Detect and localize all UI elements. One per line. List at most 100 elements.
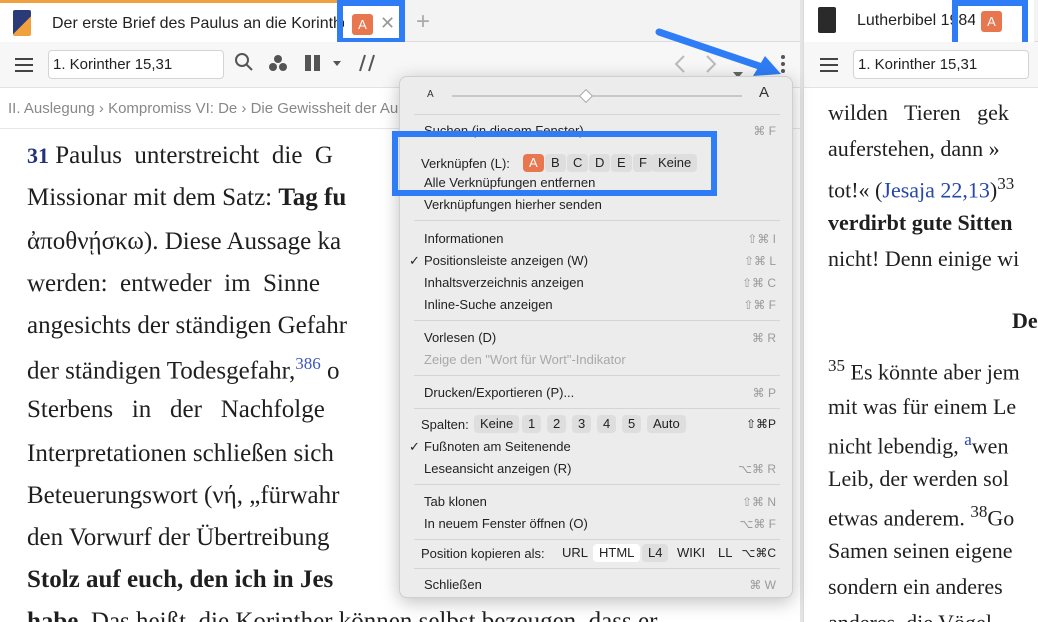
line-text: Interpretationen schließen sich	[27, 440, 334, 467]
separator	[414, 114, 780, 115]
text-line: nicht! Denn einige wi	[828, 246, 1019, 272]
shortcut: ⌥⌘ F	[739, 517, 777, 531]
line-bold: habe	[27, 608, 79, 622]
verse-number: 35	[828, 356, 845, 375]
copy-option-url[interactable]: URL	[556, 544, 594, 562]
menu-item-toc[interactable]: Inhaltsverzeichnis anzeigen	[424, 275, 584, 290]
three-dots-cluster-icon[interactable]	[268, 54, 288, 77]
text-line: wilden Tieren gek	[828, 100, 1009, 126]
line-text: Leib, der werden sol	[828, 466, 1009, 491]
menu-item-position-bar[interactable]: Positionsleiste anzeigen (W)	[424, 253, 588, 268]
text-line: Beteuerungswort (νή, „fürwahr	[27, 482, 339, 510]
columns-option-none[interactable]: Keine	[474, 415, 520, 433]
shortcut: ⌥⌘ R	[738, 462, 776, 476]
font-size-small-label: A	[427, 89, 434, 100]
columns-option-2[interactable]: 2	[547, 415, 567, 433]
columns-label: Spalten:	[421, 417, 469, 432]
copy-option-ll[interactable]: LL	[712, 544, 738, 562]
parallel-icon[interactable]	[359, 53, 377, 78]
text-line: Interpretationen schließen sich	[27, 440, 334, 468]
shortcut: ⌘ W	[749, 578, 776, 592]
search-icon[interactable]	[234, 52, 254, 77]
highlight-box-right-tab	[952, 0, 1028, 48]
separator	[414, 539, 780, 540]
menu-item-inline-search[interactable]: Inline-Suche anzeigen	[424, 297, 553, 312]
line-text: Paulus unterstreicht die G	[49, 142, 333, 169]
hamburger-menu-icon[interactable]	[820, 58, 838, 72]
font-size-slider[interactable]	[452, 88, 742, 104]
line-text: Sterbens in der Nachfolge	[27, 396, 325, 423]
shortcut: ⌘ F	[753, 124, 776, 138]
line-text: ἀποθνῄσκω). Diese Aussage ka	[27, 228, 342, 255]
font-size-large-label: A	[759, 84, 770, 101]
line-bold: verdirbt gute Sitten	[828, 210, 1013, 235]
columns-option-5[interactable]: 5	[622, 415, 642, 433]
menu-item-clone-tab[interactable]: Tab klonen	[424, 494, 487, 509]
text-line: ἀποθνῄσκω). Diese Aussage ka	[27, 228, 341, 256]
line-text: wen	[971, 433, 1009, 459]
cross-reference-link[interactable]: Jesaja 22,13	[882, 177, 990, 202]
line-text: nicht lebendig,	[828, 433, 965, 459]
line-text: auferstehen, dann »	[828, 136, 1000, 161]
text-line: angesichts der ständigen Gefahr	[27, 312, 347, 340]
heading-text: De	[1012, 308, 1038, 333]
line-text: Go	[987, 505, 1015, 531]
menu-item-reader-view[interactable]: Leseansicht anzeigen (R)	[424, 461, 571, 476]
text-line: anderes, die Vögel	[828, 610, 992, 622]
menu-item-new-window[interactable]: In neuem Fenster öffnen (O)	[424, 516, 588, 531]
annotation-arrow	[655, 28, 781, 76]
line-text: werden: entweder im Sinne	[27, 270, 320, 297]
shortcut: ⇧⌘ N	[741, 495, 776, 509]
verse-number: 31	[27, 143, 49, 168]
verse-number: 38	[970, 502, 988, 521]
line-text: Missionar mit dem Satz:	[27, 184, 279, 211]
menu-item-footnotes[interactable]: Fußnoten am Seitenende	[424, 439, 571, 454]
footnote-link[interactable]: a	[964, 430, 972, 449]
footnote-link[interactable]: 386	[295, 354, 321, 373]
new-tab-icon[interactable]: +	[416, 8, 430, 36]
text-line: nicht lebendig, awen	[828, 430, 1008, 459]
text-line: mit was für einem Le	[828, 394, 1016, 420]
columns-option-4[interactable]: 4	[597, 415, 617, 433]
reference-input[interactable]	[853, 50, 1029, 79]
text-line: der ständigen Todesgefahr,386 o	[27, 354, 339, 385]
menu-item-print[interactable]: Drucken/Exportieren (P)...	[424, 385, 574, 400]
copy-option-wiki[interactable]: WIKI	[671, 544, 711, 562]
line-text: etwas anderem.	[828, 505, 971, 531]
copy-option-html[interactable]: HTML	[593, 544, 641, 562]
text-line: Stolz auf euch, den ich in Jes	[27, 566, 333, 594]
columns-option-auto[interactable]: Auto	[647, 415, 686, 433]
shortcut: ⌥⌘C	[741, 546, 777, 560]
copy-option-l4[interactable]: L4	[642, 544, 669, 562]
text-line: werden: entweder im Sinne	[27, 270, 320, 298]
hamburger-menu-icon[interactable]	[15, 58, 33, 72]
separator	[414, 220, 780, 221]
line-text: den Vorwurf der Übertreibung	[27, 524, 330, 551]
text-line: auferstehen, dann »	[828, 136, 1000, 162]
column-layout-icon[interactable]	[305, 55, 341, 76]
line-text: anderes, die Vögel	[828, 610, 992, 622]
pane-divider[interactable]	[800, 0, 803, 622]
separator	[414, 375, 780, 376]
text-line: Leib, der werden sol	[828, 466, 1009, 492]
text-line: Missionar mit dem Satz: Tag fu	[27, 184, 346, 212]
line-text: tot!« (	[828, 177, 883, 203]
section-heading: De	[1012, 308, 1038, 334]
book-icon	[13, 10, 31, 36]
line-bold: Tag fu	[278, 184, 347, 211]
shortcut: ⇧⌘P	[745, 417, 776, 431]
menu-item-close[interactable]: Schließen	[424, 577, 482, 592]
separator	[414, 568, 780, 569]
text-line: etwas anderem. 38Go	[828, 502, 1014, 531]
menu-item-info[interactable]: Informationen	[424, 231, 504, 246]
menu-item-send-links[interactable]: Verknüpfungen hierher senden	[424, 197, 602, 212]
book-icon	[818, 7, 836, 33]
columns-option-3[interactable]: 3	[572, 415, 592, 433]
columns-option-1[interactable]: 1	[522, 415, 542, 433]
reference-input[interactable]	[48, 50, 224, 79]
slider-thumb[interactable]	[578, 88, 594, 104]
line-text: angesichts der ständigen Gefahr	[27, 312, 348, 339]
menu-item-read-aloud[interactable]: Vorlesen (D)	[424, 330, 496, 345]
shortcut: ⌘ R	[752, 331, 776, 345]
text-line: sondern ein anderes	[828, 574, 1003, 600]
